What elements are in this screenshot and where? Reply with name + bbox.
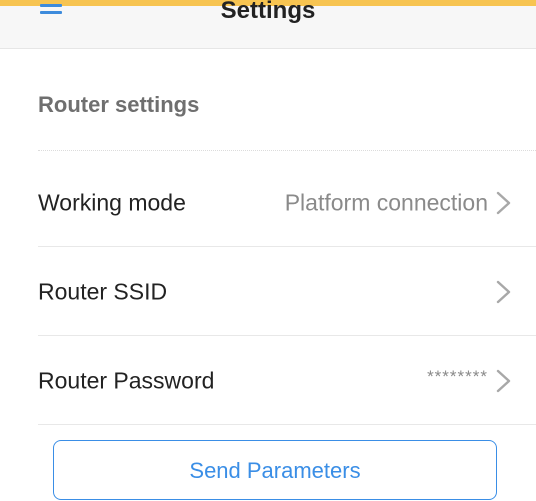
router-password-label: Router Password — [38, 367, 215, 394]
app-header: Settings — [0, 0, 536, 49]
settings-screen: Settings Router settings Working mode Pl… — [0, 0, 536, 501]
section-divider — [38, 150, 536, 151]
working-mode-label: Working mode — [38, 189, 186, 216]
router-password-value: ******** — [427, 367, 488, 387]
working-mode-value: Platform connection — [284, 189, 488, 216]
chevron-right-icon — [496, 369, 511, 393]
working-mode-row[interactable]: Working mode Platform connection — [0, 159, 536, 247]
row-divider — [38, 335, 536, 336]
router-password-row[interactable]: Router Password ******** — [0, 337, 536, 425]
chevron-right-icon — [496, 280, 511, 304]
section-title: Router settings — [38, 92, 200, 117]
chevron-right-icon — [496, 191, 511, 215]
page-title: Settings — [220, 0, 316, 24]
row-divider — [38, 246, 536, 247]
row-divider — [38, 424, 536, 425]
send-parameters-button[interactable]: Send Parameters — [53, 440, 497, 500]
router-ssid-label: Router SSID — [38, 278, 168, 305]
router-ssid-row[interactable]: Router SSID — [0, 248, 536, 336]
